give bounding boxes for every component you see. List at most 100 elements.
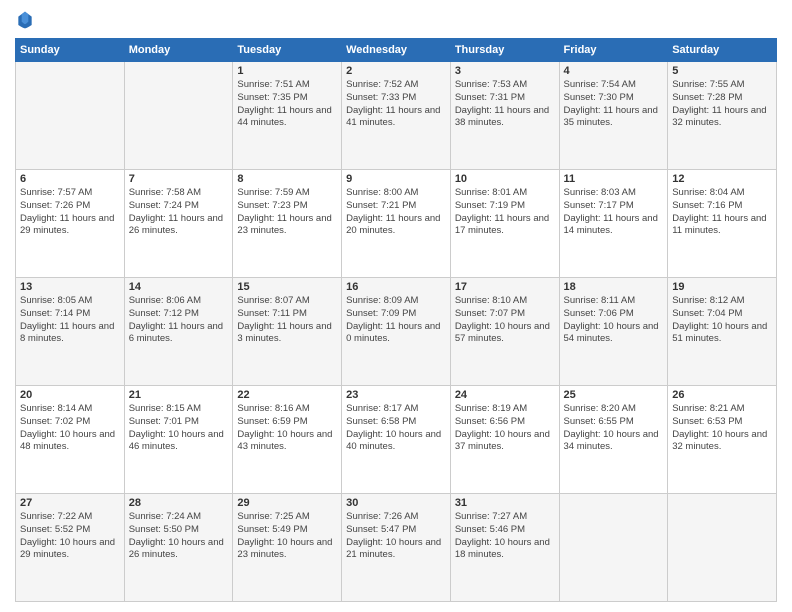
day-info: Sunrise: 8:21 AMSunset: 6:53 PMDaylight:…	[672, 403, 772, 454]
day-number: 25	[564, 389, 664, 401]
col-wednesday: Wednesday	[342, 39, 451, 62]
day-cell: 26 Sunrise: 8:21 AMSunset: 6:53 PMDayligh…	[668, 386, 777, 494]
day-number: 21	[129, 389, 229, 401]
calendar-header: Sunday Monday Tuesday Wednesday Thursday…	[16, 39, 777, 62]
day-info: Sunrise: 8:20 AMSunset: 6:55 PMDaylight:…	[564, 403, 664, 454]
day-cell: 25 Sunrise: 8:20 AMSunset: 6:55 PMDayligh…	[559, 386, 668, 494]
page: Sunday Monday Tuesday Wednesday Thursday…	[0, 0, 792, 612]
day-info: Sunrise: 7:59 AMSunset: 7:23 PMDaylight:…	[237, 187, 337, 238]
day-cell	[668, 494, 777, 602]
day-cell: 15 Sunrise: 8:07 AMSunset: 7:11 PMDayligh…	[233, 278, 342, 386]
day-cell	[124, 62, 233, 170]
day-cell: 19Sunrise: 8:12 AMSunset: 7:04 PMDayligh…	[668, 278, 777, 386]
day-cell: 24 Sunrise: 8:19 AMSunset: 6:56 PMDayligh…	[450, 386, 559, 494]
day-info: Sunrise: 7:57 AMSunset: 7:26 PMDaylight:…	[20, 187, 120, 238]
day-cell	[559, 494, 668, 602]
day-number: 17	[455, 281, 555, 293]
day-info: Sunrise: 7:25 AMSunset: 5:49 PMDaylight:…	[237, 511, 337, 562]
logo-icon	[15, 10, 35, 30]
calendar-table: Sunday Monday Tuesday Wednesday Thursday…	[15, 38, 777, 602]
col-saturday: Saturday	[668, 39, 777, 62]
day-info: Sunrise: 8:19 AMSunset: 6:56 PMDaylight:…	[455, 403, 555, 454]
day-cell: 11Sunrise: 8:03 AMSunset: 7:17 PMDayligh…	[559, 170, 668, 278]
day-number: 24	[455, 389, 555, 401]
day-number: 8	[237, 173, 337, 185]
col-monday: Monday	[124, 39, 233, 62]
day-number: 10	[455, 173, 555, 185]
day-number: 28	[129, 497, 229, 509]
day-number: 16	[346, 281, 446, 293]
day-info: Sunrise: 7:52 AMSunset: 7:33 PMDaylight:…	[346, 79, 446, 130]
day-info: Sunrise: 8:09 AMSunset: 7:09 PMDaylight:…	[346, 295, 446, 346]
day-number: 20	[20, 389, 120, 401]
day-info: Sunrise: 7:24 AMSunset: 5:50 PMDaylight:…	[129, 511, 229, 562]
col-tuesday: Tuesday	[233, 39, 342, 62]
day-cell: 6 Sunrise: 7:57 AMSunset: 7:26 PMDaylight…	[16, 170, 125, 278]
day-number: 13	[20, 281, 120, 293]
day-cell: 29 Sunrise: 7:25 AMSunset: 5:49 PMDayligh…	[233, 494, 342, 602]
day-cell: 18 Sunrise: 8:11 AMSunset: 7:06 PMDayligh…	[559, 278, 668, 386]
day-number: 15	[237, 281, 337, 293]
day-cell: 27 Sunrise: 7:22 AMSunset: 5:52 PMDayligh…	[16, 494, 125, 602]
day-number: 6	[20, 173, 120, 185]
day-cell: 17 Sunrise: 8:10 AMSunset: 7:07 PMDayligh…	[450, 278, 559, 386]
day-number: 5	[672, 65, 772, 77]
day-number: 29	[237, 497, 337, 509]
day-number: 2	[346, 65, 446, 77]
day-cell: 9 Sunrise: 8:00 AMSunset: 7:21 PMDaylight…	[342, 170, 451, 278]
day-cell: 14 Sunrise: 8:06 AMSunset: 7:12 PMDayligh…	[124, 278, 233, 386]
day-number: 7	[129, 173, 229, 185]
day-number: 3	[455, 65, 555, 77]
day-cell: 8 Sunrise: 7:59 AMSunset: 7:23 PMDaylight…	[233, 170, 342, 278]
day-cell: 12 Sunrise: 8:04 AMSunset: 7:16 PMDayligh…	[668, 170, 777, 278]
day-info: Sunrise: 7:53 AMSunset: 7:31 PMDaylight:…	[455, 79, 555, 130]
day-number: 12	[672, 173, 772, 185]
logo	[15, 10, 37, 30]
day-number: 22	[237, 389, 337, 401]
day-info: Sunrise: 7:51 AMSunset: 7:35 PMDaylight:…	[237, 79, 337, 130]
day-cell: 23Sunrise: 8:17 AMSunset: 6:58 PMDayligh…	[342, 386, 451, 494]
day-cell: 28 Sunrise: 7:24 AMSunset: 5:50 PMDayligh…	[124, 494, 233, 602]
calendar-body: 1 Sunrise: 7:51 AMSunset: 7:35 PMDaylight…	[16, 62, 777, 602]
day-number: 14	[129, 281, 229, 293]
day-cell: 21Sunrise: 8:15 AMSunset: 7:01 PMDayligh…	[124, 386, 233, 494]
day-number: 1	[237, 65, 337, 77]
day-info: Sunrise: 7:55 AMSunset: 7:28 PMDaylight:…	[672, 79, 772, 130]
day-info: Sunrise: 8:12 AMSunset: 7:04 PMDaylight:…	[672, 295, 772, 346]
day-cell: 5 Sunrise: 7:55 AMSunset: 7:28 PMDaylight…	[668, 62, 777, 170]
day-info: Sunrise: 8:10 AMSunset: 7:07 PMDaylight:…	[455, 295, 555, 346]
day-cell: 13Sunrise: 8:05 AMSunset: 7:14 PMDayligh…	[16, 278, 125, 386]
day-cell: 16 Sunrise: 8:09 AMSunset: 7:09 PMDayligh…	[342, 278, 451, 386]
day-number: 31	[455, 497, 555, 509]
day-cell: 7Sunrise: 7:58 AMSunset: 7:24 PMDaylight…	[124, 170, 233, 278]
day-info: Sunrise: 8:17 AMSunset: 6:58 PMDaylight:…	[346, 403, 446, 454]
day-info: Sunrise: 8:16 AMSunset: 6:59 PMDaylight:…	[237, 403, 337, 454]
day-cell: 4Sunrise: 7:54 AMSunset: 7:30 PMDaylight…	[559, 62, 668, 170]
header	[15, 10, 777, 30]
day-cell: 10Sunrise: 8:01 AMSunset: 7:19 PMDayligh…	[450, 170, 559, 278]
day-number: 4	[564, 65, 664, 77]
day-info: Sunrise: 8:00 AMSunset: 7:21 PMDaylight:…	[346, 187, 446, 238]
day-info: Sunrise: 8:11 AMSunset: 7:06 PMDaylight:…	[564, 295, 664, 346]
week-row-1: 1 Sunrise: 7:51 AMSunset: 7:35 PMDaylight…	[16, 62, 777, 170]
day-cell: 31Sunrise: 7:27 AMSunset: 5:46 PMDayligh…	[450, 494, 559, 602]
day-info: Sunrise: 8:03 AMSunset: 7:17 PMDaylight:…	[564, 187, 664, 238]
day-cell: 20Sunrise: 8:14 AMSunset: 7:02 PMDayligh…	[16, 386, 125, 494]
day-cell	[16, 62, 125, 170]
day-number: 18	[564, 281, 664, 293]
day-number: 26	[672, 389, 772, 401]
week-row-3: 13Sunrise: 8:05 AMSunset: 7:14 PMDayligh…	[16, 278, 777, 386]
col-thursday: Thursday	[450, 39, 559, 62]
week-row-5: 27 Sunrise: 7:22 AMSunset: 5:52 PMDayligh…	[16, 494, 777, 602]
day-number: 9	[346, 173, 446, 185]
day-info: Sunrise: 8:07 AMSunset: 7:11 PMDaylight:…	[237, 295, 337, 346]
week-row-4: 20Sunrise: 8:14 AMSunset: 7:02 PMDayligh…	[16, 386, 777, 494]
col-friday: Friday	[559, 39, 668, 62]
day-info: Sunrise: 7:26 AMSunset: 5:47 PMDaylight:…	[346, 511, 446, 562]
day-number: 27	[20, 497, 120, 509]
day-info: Sunrise: 8:04 AMSunset: 7:16 PMDaylight:…	[672, 187, 772, 238]
day-info: Sunrise: 8:06 AMSunset: 7:12 PMDaylight:…	[129, 295, 229, 346]
day-cell: 2 Sunrise: 7:52 AMSunset: 7:33 PMDaylight…	[342, 62, 451, 170]
day-info: Sunrise: 7:22 AMSunset: 5:52 PMDaylight:…	[20, 511, 120, 562]
week-row-2: 6 Sunrise: 7:57 AMSunset: 7:26 PMDaylight…	[16, 170, 777, 278]
